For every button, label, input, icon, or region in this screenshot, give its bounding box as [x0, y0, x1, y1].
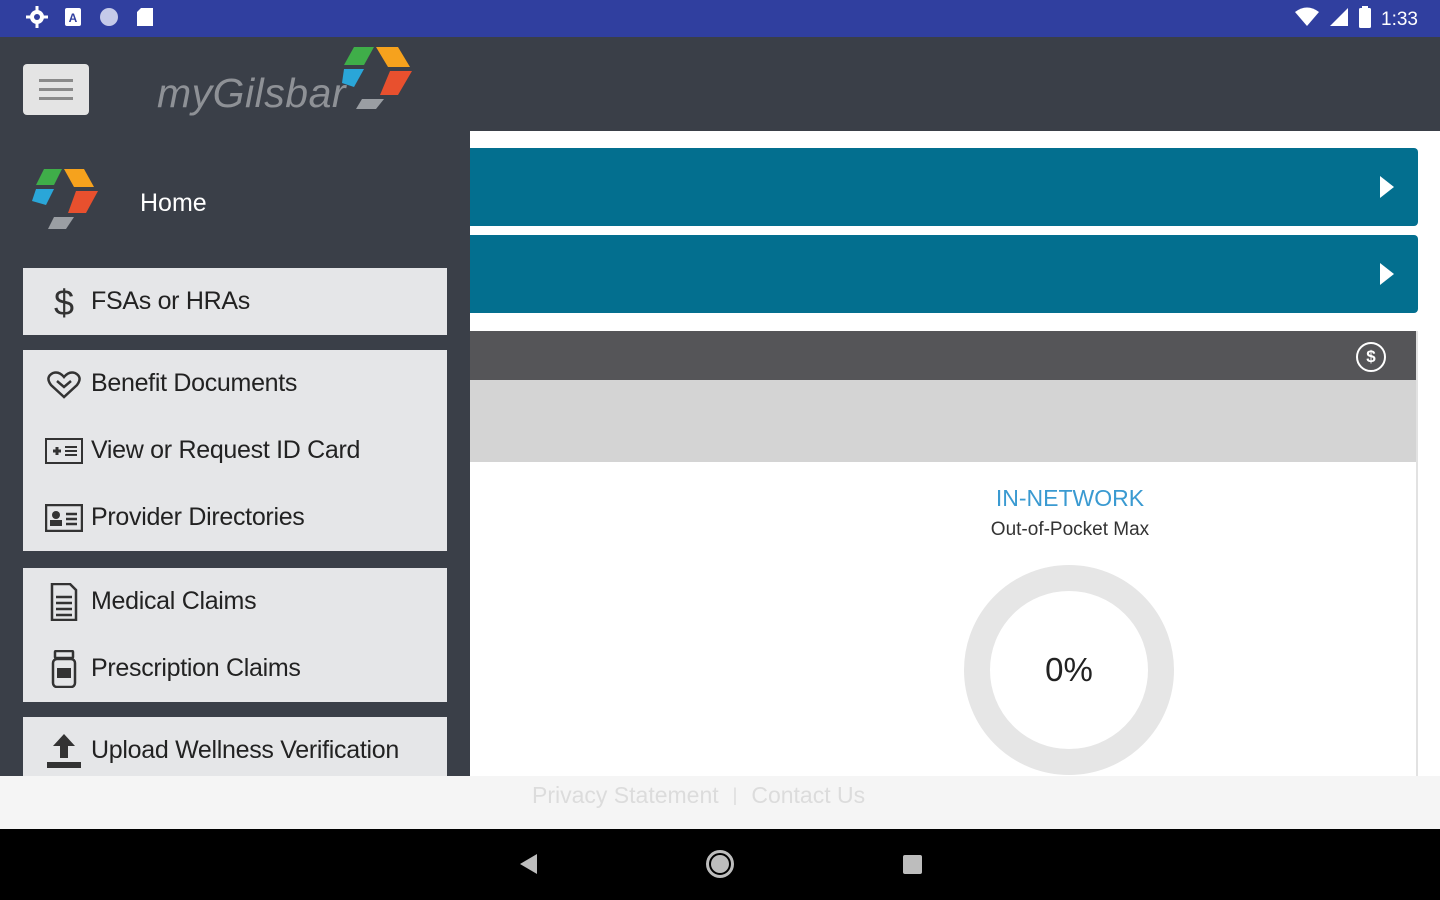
id-card-icon — [43, 430, 85, 472]
footer-separator: | — [732, 785, 738, 805]
wifi-icon — [1295, 7, 1320, 33]
battery-icon — [1359, 6, 1372, 34]
status-bar: A 1:33 — [0, 0, 1440, 37]
drawer-group-4: Upload Wellness Verification — [23, 717, 447, 776]
system-nav-bar — [0, 829, 1440, 900]
status-icons-right: 1:33 — [1295, 6, 1418, 34]
home-label: Home — [140, 189, 207, 217]
svg-text:$: $ — [54, 282, 74, 322]
menu-button[interactable] — [23, 64, 89, 115]
brand-name: myGilsbar — [157, 70, 347, 116]
upload-icon — [43, 730, 85, 772]
hamburger-line — [39, 97, 73, 100]
svg-text:A: A — [69, 11, 78, 25]
nav-item-label: Provider Directories — [91, 503, 305, 531]
status-icons-left: A — [26, 6, 156, 28]
footer-links: Privacy Statement | Contact Us — [532, 782, 865, 809]
home-dot — [711, 855, 729, 873]
app-bar: myGilsbar — [0, 37, 1440, 131]
nav-item-fsas[interactable]: $ FSAs or HRAs — [23, 268, 447, 335]
network-title: IN-NETWORK — [995, 485, 1145, 511]
nav-item-prescription-claims[interactable]: Prescription Claims — [23, 635, 447, 702]
nav-item-label: FSAs or HRAs — [91, 287, 250, 315]
contact-card-icon — [43, 497, 85, 539]
home-button-icon[interactable] — [706, 850, 734, 878]
caret-right-icon — [1380, 263, 1394, 285]
caret-right-icon — [1380, 176, 1394, 198]
settings-icon — [26, 6, 48, 28]
nav-item-id-card[interactable]: View or Request ID Card — [23, 417, 447, 484]
nav-item-benefit-documents[interactable]: Benefit Documents — [23, 350, 447, 417]
card-subheader — [440, 380, 1416, 462]
drawer-group-2: Benefit Documents View or Request ID Car… — [23, 350, 447, 551]
card-header: $ — [440, 331, 1416, 380]
nav-item-label: Prescription Claims — [91, 654, 301, 682]
nav-item-label: Medical Claims — [91, 587, 257, 615]
nav-item-label: Benefit Documents — [91, 369, 298, 397]
heart-hand-icon — [43, 363, 85, 405]
dollar-circle-icon[interactable]: $ — [1356, 342, 1386, 372]
progress-text: 0% — [1045, 651, 1093, 688]
clock: 1:33 — [1381, 9, 1418, 30]
hamburger-icon — [39, 79, 73, 82]
progress-donut: 0% — [964, 565, 1174, 775]
footer: Privacy Statement | Contact Us — [0, 776, 1440, 829]
drawer-home-item[interactable]: Home — [0, 167, 470, 247]
privacy-link[interactable]: Privacy Statement — [532, 782, 719, 809]
pill-bottle-icon — [43, 648, 85, 690]
nav-item-label: Upload Wellness Verification — [91, 736, 399, 764]
a-icon: A — [62, 6, 84, 28]
contact-link[interactable]: Contact Us — [751, 782, 865, 809]
brand-logo-icon — [340, 47, 416, 118]
nav-item-medical-claims[interactable]: Medical Claims — [23, 568, 447, 635]
nav-item-upload-wellness[interactable]: Upload Wellness Verification — [23, 717, 447, 776]
circle-icon — [98, 6, 120, 28]
benefits-card: $ IN-NETWORK Out-of-Pocket Max 0% — [440, 331, 1418, 776]
recent-apps-icon[interactable] — [903, 855, 922, 874]
signal-icon — [1329, 7, 1349, 33]
expandable-bar-1[interactable] — [440, 148, 1418, 226]
nav-item-label: View or Request ID Card — [91, 436, 361, 464]
drawer-group-3: Medical Claims Prescription Claims — [23, 568, 447, 702]
network-subtitle: Out-of-Pocket Max — [990, 519, 1150, 540]
hamburger-line — [39, 88, 73, 91]
navigation-drawer: Home $ FSAs or HRAs Benefit Documents Vi… — [0, 131, 470, 776]
sd-card-icon — [134, 6, 156, 28]
drawer-group-1: $ FSAs or HRAs — [23, 268, 447, 335]
back-icon[interactable] — [520, 854, 537, 874]
document-icon — [43, 581, 85, 623]
expandable-bar-2[interactable] — [440, 235, 1418, 313]
home-logo-icon — [30, 167, 104, 238]
dollar-icon: $ — [43, 281, 85, 323]
nav-item-provider-directories[interactable]: Provider Directories — [23, 484, 447, 551]
